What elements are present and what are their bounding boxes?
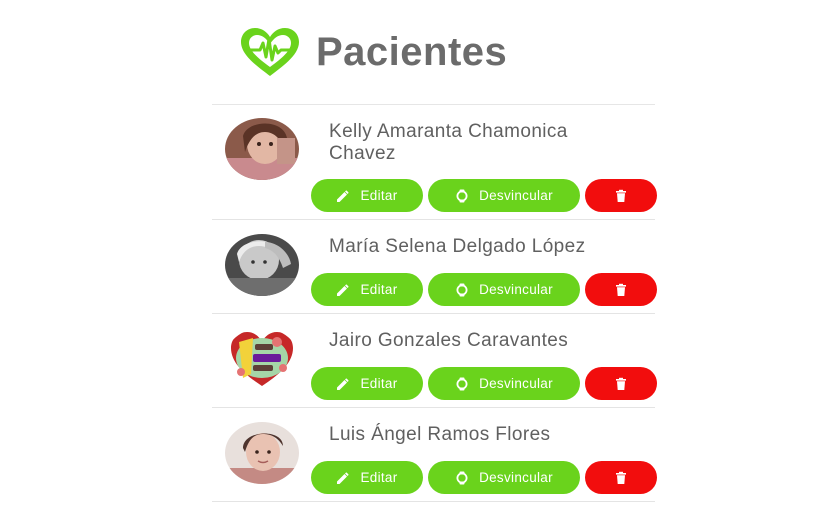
patient-name: Jairo Gonzales Caravantes — [329, 330, 569, 351]
edit-button[interactable]: Editar — [311, 461, 423, 494]
watch-icon — [455, 471, 469, 485]
watch-icon — [455, 283, 469, 297]
unlink-label: Desvincular — [479, 376, 553, 391]
list-item: Jairo Gonzales Caravantes Editar Desvinc… — [212, 314, 657, 408]
delete-button[interactable] — [585, 273, 657, 306]
edit-label: Editar — [360, 188, 398, 203]
unlink-label: Desvincular — [479, 470, 553, 485]
list-item: Kelly Amaranta Chamonica Chavez Editar D… — [212, 105, 657, 220]
trash-icon — [614, 189, 628, 203]
page-header: Pacientes — [238, 24, 507, 80]
unlink-label: Desvincular — [479, 188, 553, 203]
edit-button[interactable]: Editar — [311, 273, 423, 306]
list-item: Luis Ángel Ramos Flores Editar Desvincul… — [212, 408, 657, 502]
avatar[interactable] — [225, 328, 299, 390]
list-item: María Selena Delgado López Editar Desvin… — [212, 220, 657, 314]
avatar[interactable] — [225, 422, 299, 484]
pencil-icon — [336, 377, 350, 391]
edit-button[interactable]: Editar — [311, 179, 423, 212]
page-title: Pacientes — [316, 29, 508, 74]
unlink-label: Desvincular — [479, 282, 553, 297]
watch-icon — [455, 377, 469, 391]
unlink-button[interactable]: Desvincular — [428, 179, 580, 212]
pencil-icon — [336, 471, 350, 485]
unlink-button[interactable]: Desvincular — [428, 273, 580, 306]
patients-page: Pacientes Kelly Amaranta Chamonica Chave… — [0, 0, 839, 510]
heart-pulse-icon — [241, 28, 299, 76]
patient-actions: Editar Desvincular — [311, 273, 657, 306]
delete-button[interactable] — [585, 179, 657, 212]
unlink-button[interactable]: Desvincular — [428, 367, 580, 400]
avatar[interactable] — [225, 234, 299, 296]
patient-actions: Editar Desvincular — [311, 179, 657, 212]
patient-name: María Selena Delgado López — [329, 236, 586, 257]
avatar[interactable] — [225, 118, 299, 180]
trash-icon — [614, 283, 628, 297]
edit-label: Editar — [360, 282, 398, 297]
patient-name: Luis Ángel Ramos Flores — [329, 424, 551, 445]
delete-button[interactable] — [585, 367, 657, 400]
edit-label: Editar — [360, 376, 398, 391]
edit-button[interactable]: Editar — [311, 367, 423, 400]
patient-actions: Editar Desvincular — [311, 461, 657, 494]
delete-button[interactable] — [585, 461, 657, 494]
patient-list: Kelly Amaranta Chamonica Chavez Editar D… — [212, 104, 657, 502]
watch-icon — [455, 189, 469, 203]
pencil-icon — [336, 189, 350, 203]
trash-icon — [614, 471, 628, 485]
trash-icon — [614, 377, 628, 391]
patient-actions: Editar Desvincular — [311, 367, 657, 400]
pencil-icon — [336, 283, 350, 297]
unlink-button[interactable]: Desvincular — [428, 461, 580, 494]
edit-label: Editar — [360, 470, 398, 485]
patient-name: Kelly Amaranta Chamonica Chavez — [329, 121, 568, 164]
